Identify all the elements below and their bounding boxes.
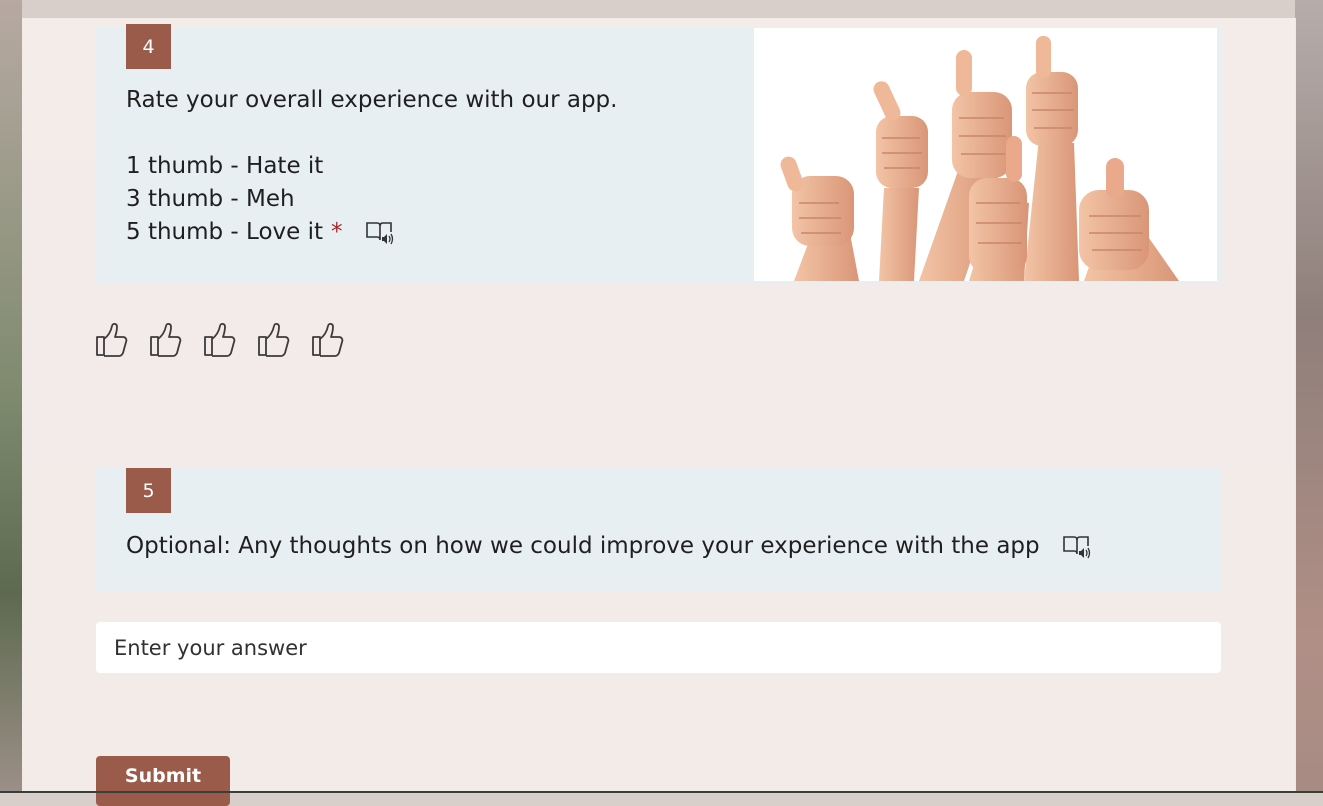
immersive-reader-icon[interactable]: [1062, 534, 1092, 560]
question-card-4: 4 Rate your overall experience with our …: [96, 24, 1221, 283]
answer-input[interactable]: [96, 622, 1221, 673]
immersive-reader-icon[interactable]: [365, 220, 395, 246]
thumbs-up-hands-image: [754, 28, 1217, 281]
question-number-badge: 5: [126, 468, 171, 513]
background-right-edge: [1295, 0, 1323, 793]
thumbs-up-outline-icon[interactable]: [255, 320, 291, 358]
thumbs-up-outline-icon[interactable]: [201, 320, 237, 358]
background-left-edge: [0, 0, 22, 793]
submit-button[interactable]: Submit: [96, 756, 230, 806]
required-asterisk: *: [331, 219, 343, 245]
thumbs-up-outline-icon[interactable]: [93, 320, 129, 358]
thumbs-up-outline-icon[interactable]: [309, 320, 345, 358]
question-number-badge: 4: [126, 24, 171, 69]
thumb-rating: [93, 320, 345, 358]
question-card-5: 5 Optional: Any thoughts on how we could…: [96, 468, 1221, 592]
thumbs-up-outline-icon[interactable]: [147, 320, 183, 358]
question-title: Rate your overall experience with our ap…: [126, 84, 746, 249]
question-title: Optional: Any thoughts on how we could i…: [126, 530, 1092, 563]
question-text: Optional: Any thoughts on how we could i…: [126, 533, 1040, 559]
